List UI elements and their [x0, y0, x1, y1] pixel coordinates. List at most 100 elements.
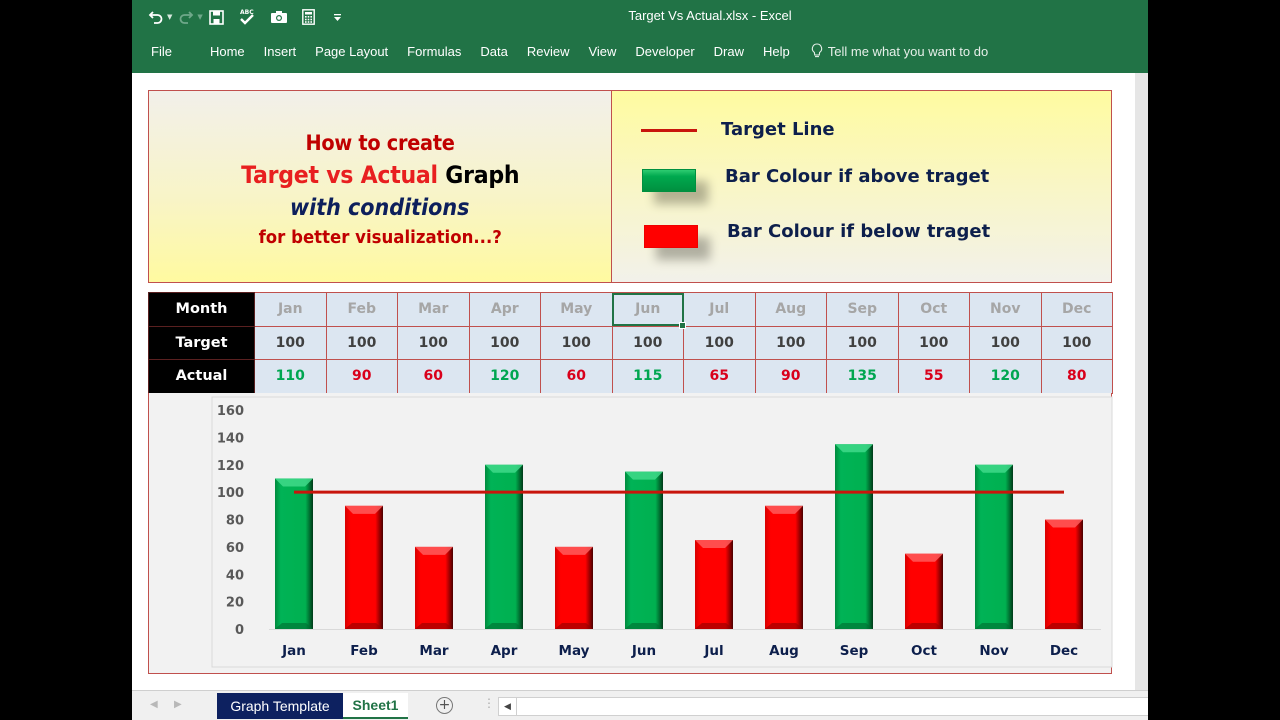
excel-window: ▼ ▼ ABC Target Vs Actual.xlsx - Excel Fi… — [132, 0, 1148, 720]
month-cell[interactable]: Oct — [897, 292, 970, 327]
target-cell[interactable]: 100 — [897, 325, 970, 360]
bar-body — [1045, 519, 1083, 629]
chart-container[interactable]: 0 20 40 60 80 100 120 140 160 Jan Feb Mar Apr May Jun… — [148, 393, 1113, 674]
bar-oct[interactable] — [905, 553, 943, 629]
actual-cell[interactable]: 60 — [397, 359, 470, 394]
bar-feb[interactable] — [345, 505, 383, 629]
bar-dec[interactable] — [1045, 519, 1083, 630]
y-tick-label: 40 — [226, 568, 244, 583]
month-cell-selected[interactable]: Jun — [611, 292, 686, 329]
sheet-tab-graph-template[interactable]: Graph Template — [217, 693, 343, 719]
bar-mar[interactable] — [415, 546, 453, 629]
y-tick-label: 140 — [217, 431, 244, 446]
actual-cell[interactable]: 90 — [754, 359, 827, 394]
scroll-left-icon[interactable]: ◀ — [499, 698, 517, 715]
row-header-target[interactable]: Target — [148, 325, 255, 360]
below-target-swatch — [644, 225, 698, 248]
bar-body — [765, 505, 803, 629]
actual-cell[interactable]: 65 — [683, 359, 756, 394]
x-tick-label: Apr — [491, 643, 518, 659]
target-cell[interactable]: 100 — [754, 325, 827, 360]
bar-apr[interactable] — [485, 464, 523, 629]
month-cell[interactable]: Apr — [468, 292, 541, 327]
tab-help[interactable]: Help — [763, 44, 790, 59]
target-vs-actual-chart[interactable]: 0 20 40 60 80 100 120 140 160 Jan Feb Mar Apr May Jun… — [149, 393, 1113, 674]
x-tick-label: Mar — [419, 643, 449, 659]
target-cell[interactable]: 100 — [683, 325, 756, 360]
add-sheet-icon[interactable]: + — [436, 697, 453, 714]
target-cell[interactable]: 100 — [969, 325, 1042, 360]
month-cell[interactable]: Jul — [683, 292, 756, 327]
horizontal-scrollbar[interactable]: ◀ — [498, 697, 1148, 716]
target-cell[interactable]: 100 — [254, 325, 327, 360]
month-cell[interactable]: Sep — [826, 292, 899, 327]
x-tick-label: Jan — [281, 643, 306, 659]
tab-insert[interactable]: Insert — [264, 44, 297, 59]
tab-page-layout[interactable]: Page Layout — [315, 44, 388, 59]
x-tick-label: Sep — [840, 643, 869, 659]
bar-jun[interactable] — [625, 471, 663, 629]
sheet-tab-sheet1[interactable]: Sheet1 — [343, 693, 408, 719]
banner-line-2-black: Graph — [445, 161, 520, 189]
banner-line-1: How to create — [305, 131, 455, 155]
bar-nov[interactable] — [975, 464, 1013, 629]
target-cell[interactable]: 100 — [397, 325, 470, 360]
month-cell[interactable]: Jan — [254, 292, 327, 327]
tab-data[interactable]: Data — [480, 44, 507, 59]
y-tick-label: 160 — [217, 404, 244, 419]
bar-jan[interactable] — [275, 478, 313, 629]
tab-developer[interactable]: Developer — [635, 44, 694, 59]
actual-cell[interactable]: 60 — [540, 359, 613, 394]
prev-sheet-icon[interactable]: ◀ — [150, 699, 158, 710]
above-target-swatch — [642, 169, 696, 192]
actual-cell[interactable]: 90 — [325, 359, 398, 394]
ribbon-tabs: File Home Insert Page Layout Formulas Da… — [151, 43, 988, 59]
target-cell[interactable]: 100 — [540, 325, 613, 360]
x-tick-label: Jun — [631, 643, 656, 659]
month-cell[interactable]: Dec — [1040, 292, 1113, 327]
tell-me-search[interactable]: Tell me what you want to do — [811, 43, 988, 59]
month-cell[interactable]: Mar — [397, 292, 470, 327]
bar-body — [625, 471, 663, 629]
month-cell[interactable]: May — [540, 292, 613, 327]
tab-view[interactable]: View — [588, 44, 616, 59]
target-cell[interactable]: 100 — [325, 325, 398, 360]
bar-sep[interactable] — [835, 444, 873, 629]
document-title: Target Vs Actual.xlsx - Excel — [628, 8, 792, 23]
actual-cell[interactable]: 80 — [1040, 359, 1113, 394]
target-cell[interactable]: 100 — [826, 325, 899, 360]
row-header-actual[interactable]: Actual — [148, 359, 255, 394]
row-header-month[interactable]: Month — [148, 292, 255, 327]
tab-file[interactable]: File — [151, 44, 172, 59]
actual-cell[interactable]: 120 — [969, 359, 1042, 394]
tab-formulas[interactable]: Formulas — [407, 44, 461, 59]
y-tick-label: 80 — [226, 514, 244, 529]
x-tick-label: Feb — [350, 643, 378, 659]
bar-jul[interactable] — [695, 540, 733, 629]
table-row-target: Target 100 100 100 100 100 100 100 100 1… — [148, 325, 1113, 360]
vertical-scrollbar[interactable] — [1135, 73, 1148, 690]
actual-cell[interactable]: 55 — [897, 359, 970, 394]
month-cell[interactable]: Nov — [969, 292, 1042, 327]
target-cell[interactable]: 100 — [611, 325, 684, 360]
banner-line-2-red: Target vs Actual — [240, 161, 438, 189]
month-cell[interactable]: Aug — [754, 292, 827, 327]
tab-splitter-handle[interactable]: ⋮ — [483, 696, 495, 710]
tab-review[interactable]: Review — [527, 44, 570, 59]
bar-body — [345, 505, 383, 629]
lightbulb-icon — [811, 43, 822, 58]
target-cell[interactable]: 100 — [468, 325, 541, 360]
actual-cell[interactable]: 115 — [611, 359, 684, 394]
actual-cell[interactable]: 110 — [254, 359, 327, 394]
actual-cell[interactable]: 135 — [826, 359, 899, 394]
title-banner[interactable]: How to create Target vs Actual Graph wit… — [148, 90, 1112, 283]
next-sheet-icon[interactable]: ▶ — [174, 699, 182, 710]
target-cell[interactable]: 100 — [1040, 325, 1113, 360]
worksheet-grid[interactable]: How to create Target vs Actual Graph wit… — [132, 73, 1135, 690]
tab-home[interactable]: Home — [210, 44, 245, 59]
actual-cell[interactable]: 120 — [468, 359, 541, 394]
bar-aug[interactable] — [765, 505, 803, 629]
tab-draw[interactable]: Draw — [714, 44, 744, 59]
bar-may[interactable] — [555, 546, 593, 629]
month-cell[interactable]: Feb — [325, 292, 398, 327]
